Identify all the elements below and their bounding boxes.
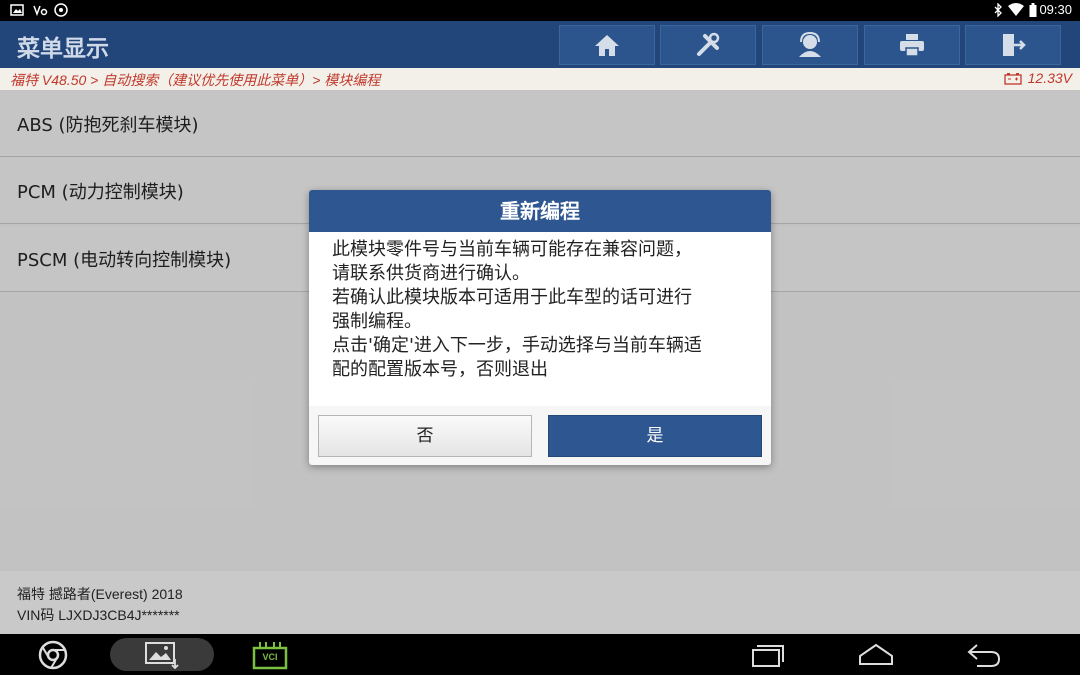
yes-button[interactable]: 是 (548, 415, 762, 457)
car-battery-icon (1003, 72, 1022, 85)
app-header: 菜单显示 (0, 21, 1080, 68)
back-icon (967, 643, 1001, 667)
dialog-message-line: 点击'确定'进入下一步，手动选择与当前车辆适 (332, 335, 702, 356)
home-icon (595, 35, 619, 56)
vehicle-name: 福特 撼路者(Everest) 2018 (17, 586, 183, 602)
reprogram-dialog: 重新编程 此模块零件号与当前车辆可能存在兼容问题， 请联系供货商进行确认。 若确… (309, 190, 771, 465)
dialog-message-line: 请联系供货商进行确认。 (332, 263, 530, 284)
voltage-indicator: 12.33V (1003, 70, 1072, 86)
dialog-body: 此模块零件号与当前车辆可能存在兼容问题， 请联系供货商进行确认。 若确认此模块版… (309, 232, 771, 406)
support-icon (799, 32, 821, 57)
vci-label: VCI (262, 652, 278, 662)
bluetooth-icon (994, 3, 1002, 17)
back-button[interactable] (960, 638, 1008, 671)
status-bar: 09:30 (0, 0, 1080, 21)
dialog-title: 重新编程 (500, 199, 580, 223)
no-button[interactable]: 否 (318, 415, 532, 457)
home-nav-button[interactable] (852, 638, 900, 671)
wifi-icon (1008, 3, 1024, 16)
image-icon (10, 4, 24, 16)
exit-button[interactable] (965, 25, 1061, 65)
chrome-icon (38, 640, 68, 669)
settings-icon (54, 3, 68, 17)
vin-number: VIN码 LJXDJ3CB4J******* (17, 607, 180, 623)
dialog-header: 重新编程 (309, 190, 771, 232)
dialog-message-line: 此模块零件号与当前车辆可能存在兼容问题， (332, 239, 692, 260)
recent-apps-button[interactable] (745, 638, 791, 671)
android-nav-bar: VCI (0, 634, 1080, 675)
recent-apps-icon (752, 644, 784, 667)
gallery-icon (145, 641, 179, 669)
vehicle-info-footer: 福特 撼路者(Everest) 2018 VIN码 LJXDJ3CB4J****… (0, 571, 1080, 634)
status-time: 09:30 (1039, 2, 1072, 17)
dialog-message-line: 配的配置版本号，否则退出 (332, 359, 548, 380)
voltage-value: 12.33V (1027, 70, 1072, 86)
voicemail-icon (33, 5, 48, 17)
support-button[interactable] (762, 25, 858, 65)
dialog-message-line: 强制编程。 (332, 311, 422, 332)
home-nav-icon (859, 643, 893, 665)
gallery-button[interactable] (110, 638, 214, 671)
chrome-button[interactable] (30, 638, 76, 671)
breadcrumb: 福特 V48.50 > 自动搜索（建议优先使用此菜单）> 模块编程 (10, 72, 381, 88)
home-button[interactable] (559, 25, 655, 65)
page-title: 菜单显示 (17, 36, 109, 62)
tools-icon (697, 32, 720, 56)
dialog-message-line: 若确认此模块版本可适用于此车型的话可进行 (332, 287, 692, 308)
print-icon (900, 34, 924, 57)
vci-button[interactable]: VCI (247, 638, 293, 671)
tools-button[interactable] (660, 25, 756, 65)
exit-icon (1003, 34, 1026, 56)
battery-icon (1029, 3, 1037, 17)
print-button[interactable] (864, 25, 960, 65)
breadcrumb-bar: 福特 V48.50 > 自动搜索（建议优先使用此菜单）> 模块编程 12.33V (0, 68, 1080, 90)
dialog-message: 此模块零件号与当前车辆可能存在兼容问题， 请联系供货商进行确认。 若确认此模块版… (332, 238, 752, 382)
